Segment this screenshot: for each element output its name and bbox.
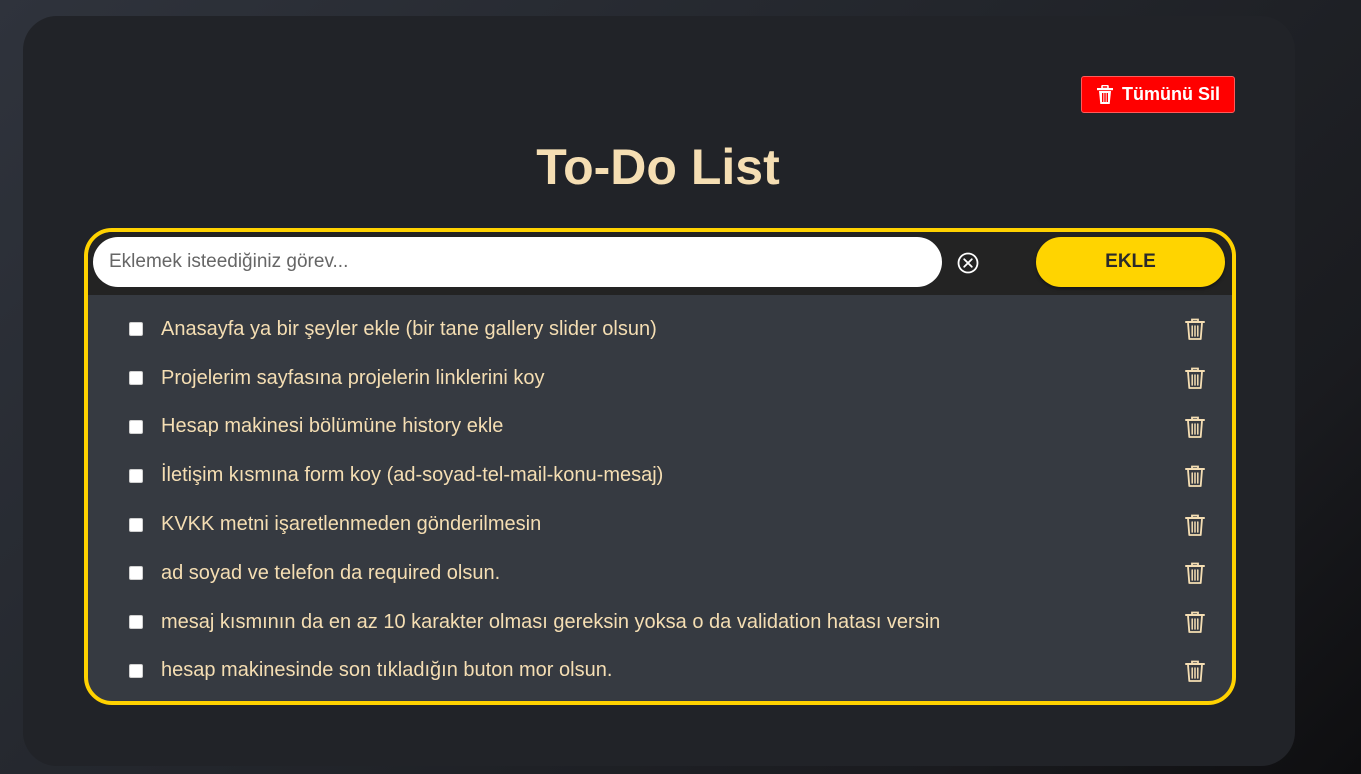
trash-outline-icon[interactable] — [1184, 415, 1206, 439]
todo-checkbox[interactable] — [129, 566, 143, 581]
todo-item: ad soyad ve telefon da required olsun. — [88, 549, 1232, 598]
todo-text: hesap makinesinde son tıkladığın buton m… — [161, 659, 613, 682]
todo-checkbox[interactable] — [129, 615, 143, 630]
todo-item: hesap makinesinde son tıkladığın buton m… — [88, 647, 1232, 696]
add-button[interactable]: EKLE — [1036, 237, 1225, 287]
trash-outline-icon[interactable] — [1184, 464, 1206, 488]
todo-container: EKLE Anasayfa ya bir şeyler ekle (bir ta… — [84, 228, 1236, 705]
delete-all-button[interactable]: Tümünü Sil — [1081, 76, 1235, 113]
todo-checkbox[interactable] — [129, 322, 143, 337]
trash-icon — [1097, 84, 1113, 104]
todo-item: Anasayfa ya bir şeyler ekle (bir tane ga… — [88, 305, 1232, 354]
trash-outline-icon[interactable] — [1184, 659, 1206, 683]
delete-all-label: Tümünü Sil — [1122, 84, 1220, 104]
todo-checkbox[interactable] — [129, 468, 143, 483]
todo-text: ad soyad ve telefon da required olsun. — [161, 561, 501, 584]
todo-checkbox[interactable] — [129, 419, 143, 434]
todo-list: Anasayfa ya bir şeyler ekle (bir tane ga… — [88, 305, 1232, 695]
todo-text: Anasayfa ya bir şeyler ekle (bir tane ga… — [161, 317, 657, 340]
todo-text: KVKK metni işaretlenmeden gönderilmesin — [161, 513, 542, 536]
todo-checkbox[interactable] — [129, 663, 143, 678]
trash-outline-icon[interactable] — [1184, 561, 1206, 585]
trash-outline-icon[interactable] — [1184, 513, 1206, 537]
todo-text: mesaj kısmının da en az 10 karakter olma… — [161, 610, 941, 633]
todo-checkbox[interactable] — [129, 371, 143, 386]
todo-item: mesaj kısmının da en az 10 karakter olma… — [88, 598, 1232, 647]
todo-item: KVKK metni işaretlenmeden gönderilmesin — [88, 500, 1232, 549]
todo-text: İletişim kısmına form koy (ad-soyad-tel-… — [161, 464, 664, 487]
todo-checkbox[interactable] — [129, 517, 143, 532]
trash-outline-icon[interactable] — [1184, 366, 1206, 390]
circle-x-icon[interactable] — [956, 251, 980, 275]
todo-text: Projelerim sayfasına projelerin linkleri… — [161, 366, 545, 389]
todo-text: Hesap makinesi bölümüne history ekle — [161, 415, 504, 438]
input-row: EKLE — [88, 232, 1232, 295]
trash-outline-icon[interactable] — [1184, 610, 1206, 634]
page-title: To-Do List — [536, 139, 780, 195]
task-input[interactable] — [93, 237, 942, 287]
todo-item: İletişim kısmına form koy (ad-soyad-tel-… — [88, 451, 1232, 500]
trash-outline-icon[interactable] — [1184, 317, 1206, 341]
todo-item: Projelerim sayfasına projelerin linkleri… — [88, 354, 1232, 403]
todo-item: Hesap makinesi bölümüne history ekle — [88, 403, 1232, 452]
